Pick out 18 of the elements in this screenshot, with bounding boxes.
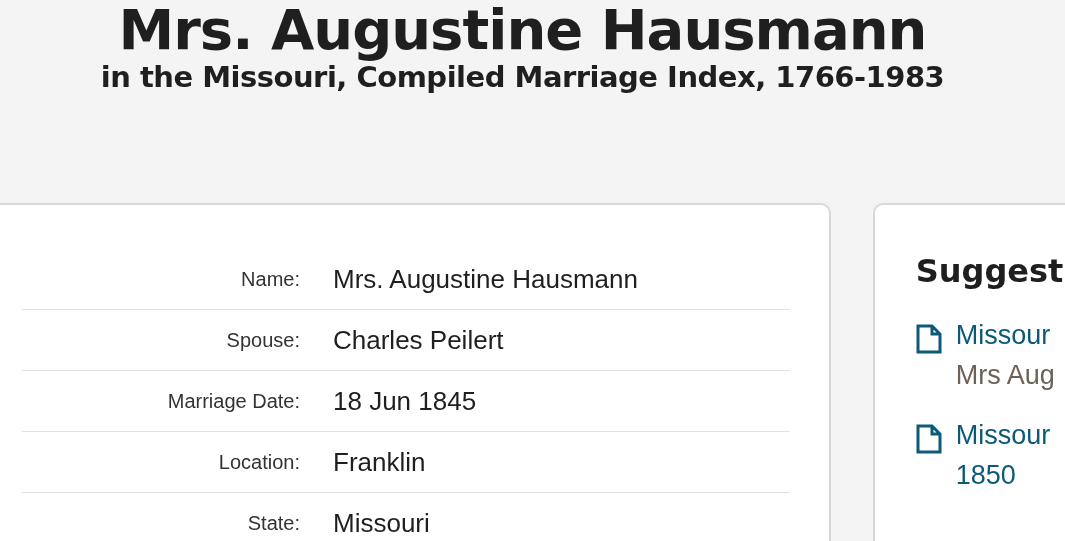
field-value: Mrs. Augustine Hausmann xyxy=(333,263,638,295)
field-value: Missouri xyxy=(333,507,430,539)
document-icon xyxy=(915,324,942,354)
page-title: Mrs. Augustine Hausmann xyxy=(117,0,928,60)
field-label: Location: xyxy=(217,450,300,474)
record-detail: Mrs Aug xyxy=(955,359,1055,392)
record-link[interactable]: Missour xyxy=(955,315,1055,355)
field-label: State: xyxy=(246,511,300,535)
page-subtitle: in the Missouri, Compiled Marriage Index, 1766-1983 xyxy=(99,60,946,94)
document-icon xyxy=(915,424,942,454)
field-value: 18 Jun 1845 xyxy=(333,385,477,417)
field-value: Charles Peilert xyxy=(333,324,504,356)
record-link[interactable]: Missour 1850 xyxy=(955,415,1051,495)
field-value: Franklin xyxy=(333,446,426,478)
field-label: Name: xyxy=(240,267,300,291)
field-label: Spouse: xyxy=(225,328,300,352)
section-title: Suggest xyxy=(915,251,1065,292)
field-label: Marriage Date: xyxy=(166,389,300,413)
